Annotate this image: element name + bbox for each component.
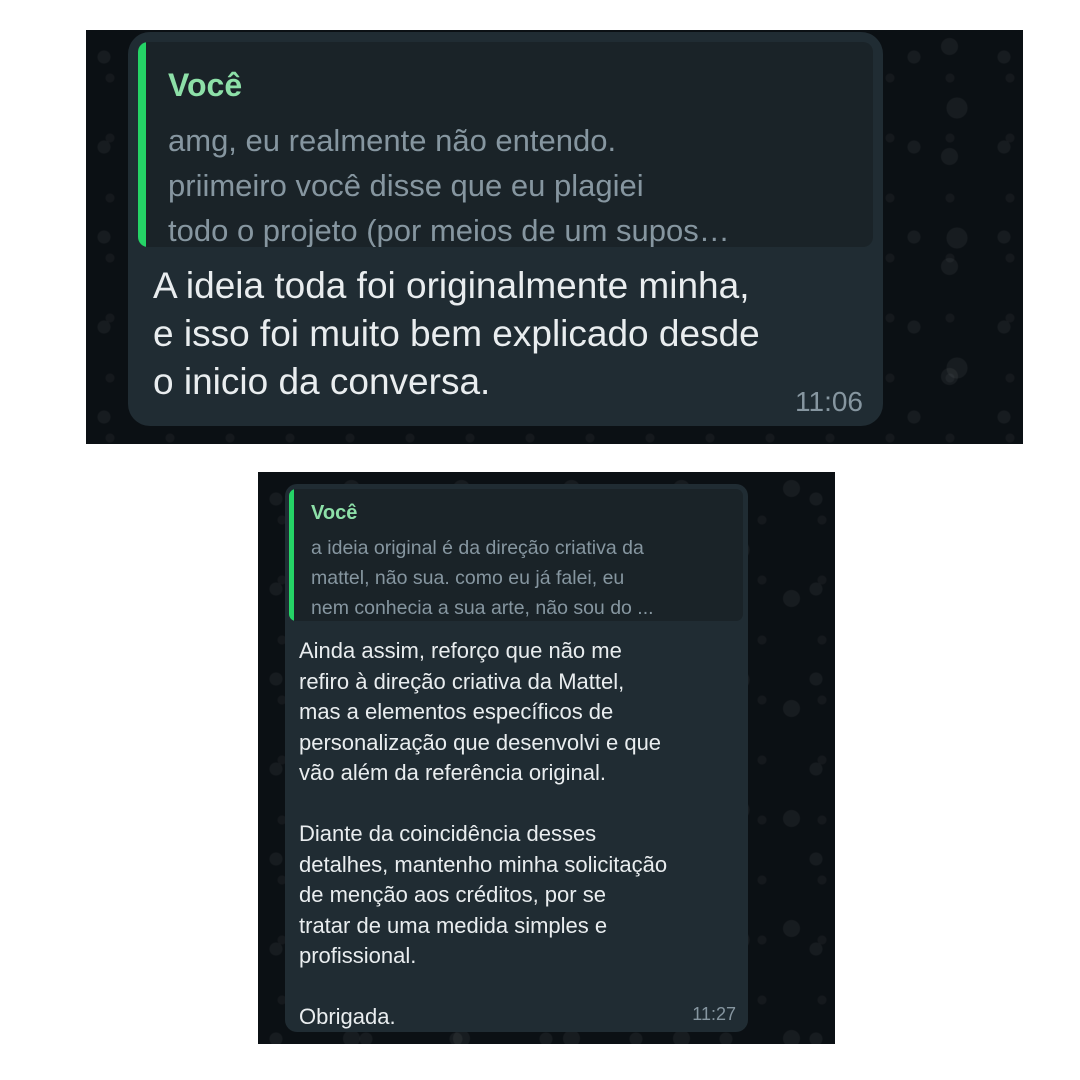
quoted-sender-name: Você [168, 67, 243, 103]
message-bubble[interactable]: Você amg, eu realmente não entendo. prii… [128, 32, 883, 426]
message-timestamp: 11:06 [795, 386, 863, 417]
message-text: A ideia toda foi originalmente minha, e … [153, 265, 760, 402]
quote-accent-bar [289, 489, 294, 621]
message-text: Ainda assim, reforço que não me refiro à… [299, 638, 668, 1029]
message-timestamp: 11:27 [692, 1004, 736, 1024]
quoted-message-text: a ideia original é da direção criativa d… [311, 537, 654, 619]
quoted-reply[interactable]: Você a ideia original é da direção criat… [289, 489, 743, 621]
quote-accent-bar [138, 42, 146, 247]
chat-screenshot-2: Você a ideia original é da direção criat… [258, 472, 835, 1044]
quoted-reply[interactable]: Você amg, eu realmente não entendo. prii… [138, 42, 873, 247]
message-bubble[interactable]: Você a ideia original é da direção criat… [285, 484, 748, 1032]
quoted-message-text: amg, eu realmente não entendo. priimeiro… [168, 123, 730, 247]
quoted-sender-name: Você [311, 502, 358, 524]
chat-screenshot-1: Você amg, eu realmente não entendo. prii… [86, 30, 1023, 444]
